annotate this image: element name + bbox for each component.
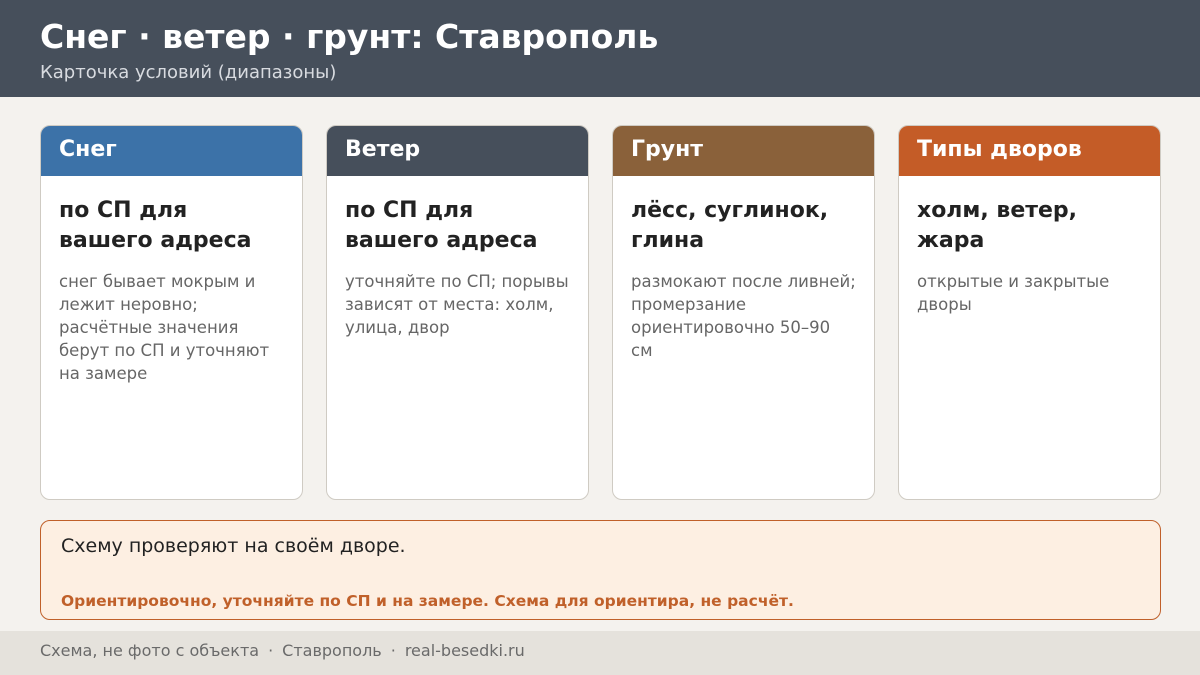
card-note: размокают после ливней; промерзание орие… xyxy=(631,272,856,360)
footer-site: real-besedki.ru xyxy=(404,641,525,660)
card-heading: Ветер xyxy=(327,126,588,176)
footer-caption: Схема, не фото с объекта xyxy=(40,641,260,660)
footer-separator: · xyxy=(268,641,274,660)
footer-separator: · xyxy=(390,641,396,660)
conditions-cards: Снег по СП для вашего адреса снег бывает… xyxy=(40,125,1161,500)
card-yard-types: Типы дворов холм, ветер, жара открытые и… xyxy=(898,125,1161,500)
disclaimer-warning-text: Ориентировочно, уточняйте по СП и на зам… xyxy=(61,592,794,610)
page-title: Снег · ветер · грунт: Ставрополь xyxy=(40,17,659,56)
card-value: по СП для вашего адреса xyxy=(59,198,252,253)
page-header: Снег · ветер · грунт: Ставрополь Карточк… xyxy=(0,0,1200,97)
card-value: лёсс, суглинок, глина xyxy=(631,198,829,253)
card-snow: Снег по СП для вашего адреса снег бывает… xyxy=(40,125,303,500)
card-note: снег бывает мокрым и лежит неровно; расч… xyxy=(59,272,270,383)
card-wind: Ветер по СП для вашего адреса уточняйте … xyxy=(326,125,589,500)
page-footer: Схема, не фото с объекта · Ставрополь · real… xyxy=(0,631,1200,675)
disclaimer-main-text: Схему проверяют на своём дворе. xyxy=(61,535,406,557)
card-note: уточняйте по СП; порывы зависят от места… xyxy=(345,272,569,337)
card-value: холм, ветер, жара xyxy=(917,198,1078,253)
card-soil: Грунт лёсс, суглинок, глина размокают по… xyxy=(612,125,875,500)
card-heading: Типы дворов xyxy=(899,126,1160,176)
card-heading: Грунт xyxy=(613,126,874,176)
card-heading: Снег xyxy=(41,126,302,176)
footer-city: Ставрополь xyxy=(282,641,382,660)
page-subtitle: Карточка условий (диапазоны) xyxy=(40,62,337,83)
card-note: открытые и закрытые дворы xyxy=(917,272,1110,314)
card-value: по СП для вашего адреса xyxy=(345,198,538,253)
disclaimer-box: Схему проверяют на своём дворе. Ориентир… xyxy=(40,520,1161,620)
